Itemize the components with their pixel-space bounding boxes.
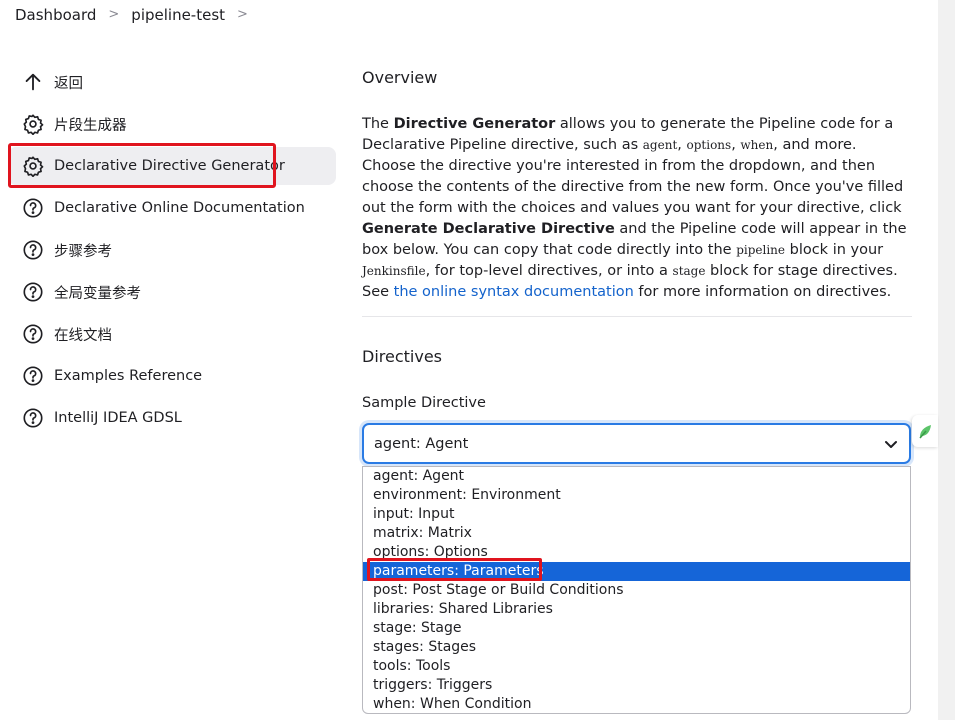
sidebar-item-label: Declarative Directive Generator	[54, 158, 285, 174]
help-circle-icon	[22, 365, 44, 387]
dropdown-option[interactable]: input: Input	[363, 505, 910, 524]
directives-heading: Directives	[362, 347, 442, 366]
help-circle-icon	[22, 323, 44, 345]
help-circle-icon	[22, 197, 44, 219]
code-options: options	[686, 138, 732, 152]
text: The	[362, 116, 394, 132]
help-circle-icon	[22, 239, 44, 261]
sidebar-item-label: 在线文档	[54, 327, 112, 344]
text: , for top-level directives, or into a	[425, 263, 673, 279]
breadcrumb: Dashboard > pipeline-test >	[0, 0, 938, 38]
jenkins-directive-generator-page: Dashboard > pipeline-test > 返回 片段生成器 Dec…	[0, 0, 955, 720]
text: block in your	[785, 242, 884, 258]
dropdown-option-highlighted[interactable]: parameters: Parameters	[363, 562, 910, 581]
chevron-down-icon	[885, 441, 897, 448]
sidebar-item-label: 片段生成器	[54, 117, 127, 134]
text-bold: Generate Declarative Directive	[362, 221, 615, 237]
vertical-scrollbar[interactable]	[938, 0, 955, 720]
dropdown-option[interactable]: stage: Stage	[363, 619, 910, 638]
sidebar-item-label: 全局变量参考	[54, 285, 141, 302]
dropdown-option[interactable]: stages: Stages	[363, 638, 910, 657]
sidebar: 返回 片段生成器 Declarative Directive Generator…	[8, 63, 336, 441]
breadcrumb-pipeline-test[interactable]: pipeline-test	[131, 6, 225, 24]
text-bold: Directive Generator	[393, 116, 556, 132]
dropdown-option[interactable]: environment: Environment	[363, 486, 910, 505]
dropdown-option[interactable]: libraries: Shared Libraries	[363, 600, 910, 619]
sidebar-item-global-variables-reference[interactable]: 全局变量参考	[8, 273, 336, 311]
sidebar-item-label: IntelliJ IDEA GDSL	[54, 410, 182, 426]
dropdown-option[interactable]: agent: Agent	[363, 467, 910, 486]
section-divider	[362, 316, 912, 317]
code-pipeline: pipeline	[736, 243, 785, 257]
chevron-right-icon: >	[108, 7, 120, 22]
arrow-up-icon	[22, 71, 44, 93]
sidebar-item-declarative-online-documentation[interactable]: Declarative Online Documentation	[8, 189, 336, 227]
sample-directive-select[interactable]: agent: Agent	[362, 423, 911, 464]
dropdown-option[interactable]: tools: Tools	[363, 657, 910, 676]
sidebar-item-label: 步骤参考	[54, 243, 112, 260]
sidebar-item-label: Declarative Online Documentation	[54, 200, 305, 216]
sample-directive-label: Sample Directive	[362, 395, 486, 411]
overview-description: The Directive Generator allows you to ge…	[362, 114, 912, 303]
dropdown-option[interactable]: matrix: Matrix	[363, 524, 910, 543]
online-syntax-documentation-link[interactable]: the online syntax documentation	[394, 284, 634, 300]
sidebar-item-online-documentation[interactable]: 在线文档	[8, 315, 336, 353]
gear-icon	[22, 113, 44, 135]
dropdown-option[interactable]: when: When Condition	[363, 695, 910, 714]
text: for more information on directives.	[633, 284, 892, 300]
sidebar-item-steps-reference[interactable]: 步骤参考	[8, 231, 336, 269]
sidebar-item-examples-reference[interactable]: Examples Reference	[8, 357, 336, 395]
leaf-icon[interactable]	[912, 415, 938, 447]
sidebar-item-label: Examples Reference	[54, 368, 203, 384]
chevron-right-icon[interactable]: >	[237, 7, 248, 22]
help-circle-icon	[22, 407, 44, 429]
dropdown-option[interactable]: options: Options	[363, 543, 910, 562]
sidebar-item-back[interactable]: 返回	[8, 63, 336, 101]
overview-heading: Overview	[362, 68, 438, 87]
breadcrumb-dashboard[interactable]: Dashboard	[15, 6, 96, 24]
select-value: agent: Agent	[374, 435, 469, 452]
sidebar-item-snippet-generator[interactable]: 片段生成器	[8, 105, 336, 143]
code-stage: stage	[672, 264, 706, 278]
gear-icon	[22, 155, 44, 177]
dropdown-option[interactable]: triggers: Triggers	[363, 676, 910, 695]
code-agent: agent	[642, 138, 678, 152]
code-when: when	[740, 138, 774, 152]
sidebar-item-intellij-idea-gdsl[interactable]: IntelliJ IDEA GDSL	[8, 399, 336, 437]
help-circle-icon	[22, 281, 44, 303]
code-jenkinsfile: Jenkinsfile	[362, 264, 426, 278]
text: ,	[677, 137, 687, 153]
dropdown-option[interactable]: post: Post Stage or Build Conditions	[363, 581, 910, 600]
sidebar-item-label: 返回	[54, 75, 83, 92]
sidebar-item-declarative-directive-generator[interactable]: Declarative Directive Generator	[8, 147, 336, 185]
directive-dropdown-list: agent: Agent environment: Environment in…	[362, 466, 911, 714]
